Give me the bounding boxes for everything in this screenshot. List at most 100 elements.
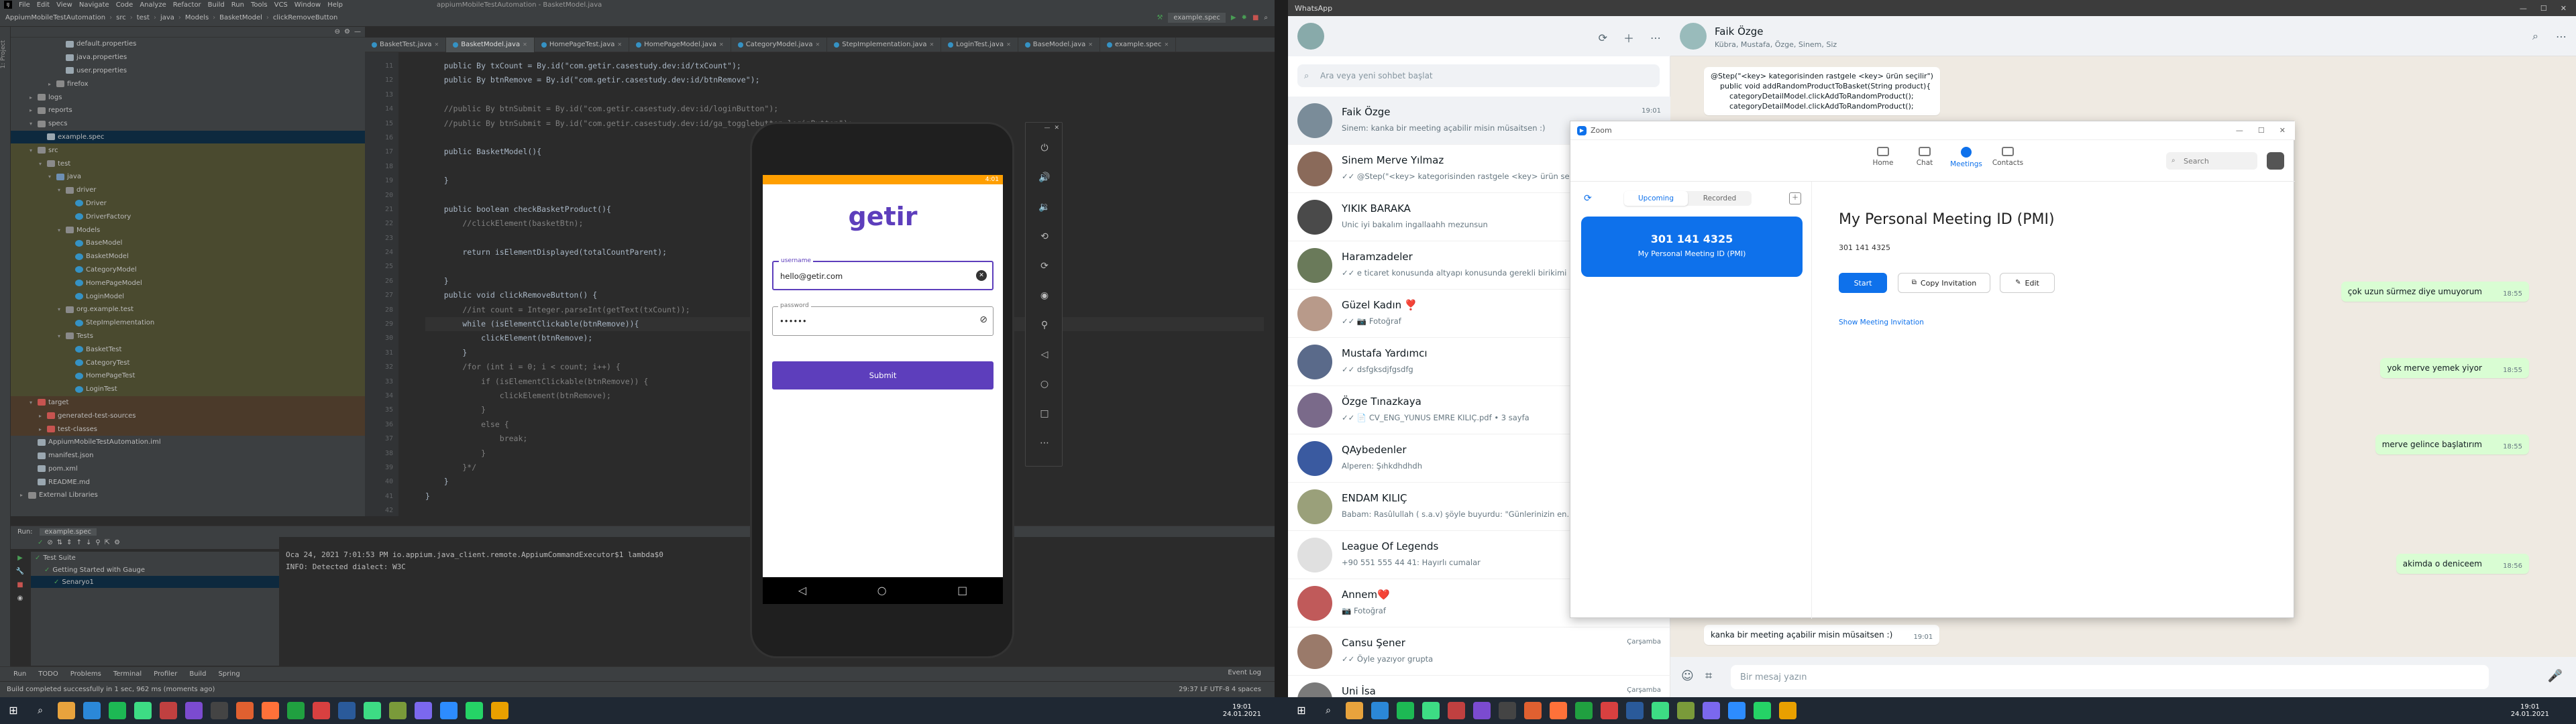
minimize-icon[interactable]: — (2236, 126, 2243, 135)
search-icon[interactable]: ⌕ (1264, 14, 1268, 21)
tree-item[interactable]: ▾ src (11, 143, 365, 158)
tree-arrow-icon[interactable]: ▸ (48, 81, 56, 87)
taskbar-app-icon[interactable] (1677, 702, 1695, 719)
tool-tab-todo[interactable]: TODO (38, 670, 58, 678)
copy-invitation-button[interactable]: ⧉ Copy Invitation (1898, 273, 1990, 293)
arrow-up-icon[interactable]: ↑ (76, 540, 82, 546)
add-meeting-icon[interactable]: ＋ (1789, 192, 1801, 204)
zoom-avatar[interactable] (2267, 152, 2284, 170)
taskbar-app-icon[interactable] (1754, 702, 1771, 719)
menu-window[interactable]: Window (294, 1, 321, 9)
tree-arrow-icon[interactable]: ▾ (30, 121, 38, 127)
stop-circle-icon[interactable]: ⊘ (47, 540, 52, 546)
breadcrumb-item[interactable]: AppiumMobileTestAutomation (5, 14, 105, 21)
message-input[interactable]: Bir mesaj yazın (1731, 665, 2489, 689)
taskbar-app-icon[interactable] (1346, 702, 1363, 719)
tree-item[interactable]: ▸ logs (11, 90, 365, 104)
menu-tools[interactable]: Tools (251, 1, 268, 9)
project-tool-tab[interactable]: 1: Project (0, 40, 7, 68)
eye-off-icon[interactable]: ⊘ (979, 315, 987, 324)
menu-refactor[interactable]: Refactor (173, 1, 201, 9)
taskbar-app-icon[interactable] (1422, 702, 1440, 719)
menu-view[interactable]: View (56, 1, 72, 9)
tree-arrow-icon[interactable]: ▸ (30, 95, 38, 101)
taskbar-app-icon[interactable] (236, 702, 254, 719)
tree-arrow-icon[interactable]: ▾ (39, 161, 47, 167)
close-tab-icon[interactable]: ✕ (435, 42, 439, 48)
menu-help[interactable]: Help (327, 1, 343, 9)
taskbar-app-icon[interactable] (1448, 702, 1465, 719)
taskbar-app-icon[interactable] (1371, 702, 1389, 719)
taskbar-app-icon[interactable] (109, 702, 126, 719)
close-tab-icon[interactable]: ✕ (1088, 42, 1093, 48)
taskbar-app-icon[interactable] (83, 702, 101, 719)
run-tree-item[interactable]: ✓ Test Suite (31, 552, 279, 564)
recents-icon[interactable]: □ (957, 585, 967, 596)
close-icon[interactable]: ✕ (2561, 4, 2567, 13)
tree-item[interactable]: ▾ specs (11, 117, 365, 131)
stop-icon[interactable]: ■ (1252, 14, 1258, 21)
taskbar-app-icon[interactable] (58, 702, 75, 719)
menu-file[interactable]: File (19, 1, 30, 9)
tree-item[interactable]: ▸ reports (11, 104, 365, 117)
wa-search-input[interactable]: ⌕ Ara veya yeni sohbet başlat (1297, 64, 1660, 87)
taskbar-app-icon[interactable] (364, 702, 381, 719)
close-icon[interactable]: ✕ (2279, 126, 2286, 135)
run-config-select[interactable]: example.spec (1168, 13, 1226, 23)
tree-item[interactable]: java.properties (11, 51, 365, 64)
rotate-right-icon[interactable]: ⟳ (1026, 251, 1063, 281)
back-icon[interactable]: ◁ (798, 585, 806, 596)
minimize-icon[interactable]: — (354, 28, 361, 36)
zoom-nav-meetings[interactable]: Meetings (1946, 144, 1986, 168)
tree-item[interactable]: pom.xml (11, 463, 365, 476)
editor-tab[interactable]: HomePageModel.java ✕ (629, 37, 731, 52)
tree-item[interactable]: README.md (11, 475, 365, 489)
my-avatar[interactable] (1297, 23, 1324, 50)
new-chat-icon[interactable]: ＋ (1623, 29, 1634, 46)
menu-code[interactable]: Code (116, 1, 133, 9)
power-icon[interactable]: ⏻ (1026, 133, 1063, 163)
tree-arrow-icon[interactable]: ▾ (48, 174, 56, 180)
zoom-icon[interactable]: ⚲ (95, 540, 100, 546)
taskbar-app-icon[interactable] (160, 702, 177, 719)
editor-tab[interactable]: example.spec ✕ (1100, 37, 1177, 52)
taskbar-app-icon[interactable] (185, 702, 203, 719)
menu-icon[interactable]: ⋯ (1650, 32, 1661, 44)
attach-icon[interactable]: ⌗ (1705, 670, 1712, 682)
menu-edit[interactable]: Edit (37, 1, 50, 9)
run-icon[interactable]: ▶ (1231, 14, 1236, 21)
windows-start-icon[interactable]: ⊞ (1288, 705, 1315, 716)
zoom-nav-contacts[interactable]: Contacts (1988, 144, 2028, 167)
settings-icon[interactable]: ⚙ (114, 540, 120, 546)
taskbar-app-icon[interactable] (1779, 702, 1796, 719)
status-icon[interactable]: ⟳ (1599, 32, 1607, 44)
tool-tab-build[interactable]: Build (189, 670, 206, 678)
editor-tab[interactable]: LoginTest.java ✕ (941, 37, 1018, 52)
zoom-nav-home[interactable]: Home (1863, 144, 1903, 167)
menu-icon[interactable]: ⋯ (2556, 30, 2567, 43)
home-icon[interactable]: ○ (877, 585, 887, 596)
menu-navigate[interactable]: Navigate (79, 1, 109, 9)
tree-item[interactable]: BasketModel (11, 249, 365, 263)
event-log-button[interactable]: Event Log (1228, 669, 1261, 676)
tree-arrow-icon[interactable]: ▾ (58, 227, 66, 233)
taskbar-app-icon[interactable] (1652, 702, 1669, 719)
chat-item[interactable]: Cansu Şener ✓✓ Öyle yazıyor grupta Çarşamb… (1288, 627, 1670, 676)
editor-tab[interactable]: BasketTest.java ✕ (365, 37, 447, 52)
tree-item[interactable]: ▸ generated-test-sources (11, 409, 365, 423)
taskbar-app-icon[interactable] (1524, 702, 1542, 719)
close-tab-icon[interactable]: ✕ (719, 42, 724, 48)
tree-item[interactable]: default.properties (11, 38, 365, 51)
taskbar-app-icon[interactable] (389, 702, 407, 719)
taskbar-app-icon[interactable] (440, 702, 458, 719)
code-line[interactable] (425, 88, 1264, 102)
tool-tab-terminal[interactable]: Terminal (113, 670, 142, 678)
tree-item[interactable]: ▾ test (11, 157, 365, 170)
tree-item[interactable]: Driver (11, 196, 365, 210)
tool-tab-spring[interactable]: Spring (218, 670, 239, 678)
taskbar-app-icon[interactable] (1703, 702, 1720, 719)
tree-item[interactable]: ▾ driver (11, 183, 365, 197)
volume-up-icon[interactable]: 🔊 (1026, 163, 1063, 192)
menu-run[interactable]: Run (231, 1, 244, 9)
show-invitation-link[interactable]: Show Meeting Invitation (1839, 318, 1924, 326)
